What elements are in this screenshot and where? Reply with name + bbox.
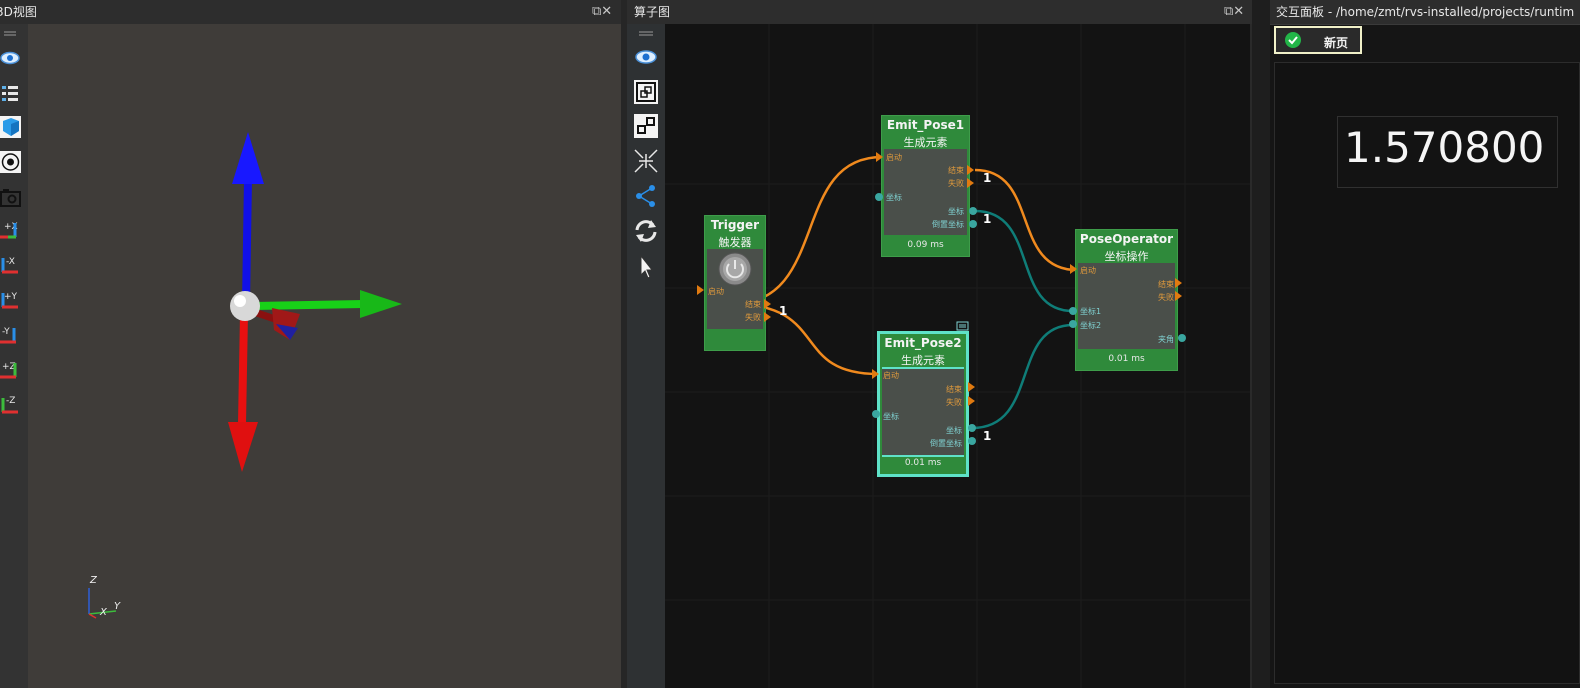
power-button-icon[interactable]	[717, 251, 753, 287]
poseop-in-pose1: 坐标1	[1080, 307, 1102, 316]
node-emit-pose1[interactable]: Emit_Pose1 生成元素 启动 坐标 结束 失败 坐标 倒置坐标 0.09…	[881, 115, 970, 257]
node-trigger-title: Trigger	[710, 218, 760, 232]
view3d-title: 3D视图	[0, 5, 37, 19]
new-page-label: 新页	[1324, 36, 1349, 50]
poseop-in-start: 启动	[1080, 266, 1096, 275]
svg-text:-Z: -Z	[6, 396, 15, 406]
svg-text:+Y: +Y	[4, 292, 18, 302]
interaction-title: 交互面板 - /home/zmt/rvs-installed/projects/…	[1276, 5, 1575, 19]
target-icon[interactable]	[0, 150, 22, 174]
emit2-out-end: 结束	[946, 385, 962, 394]
check-icon	[1285, 32, 1301, 48]
poseop-in-pose2: 坐标2	[1080, 321, 1102, 330]
emit2-out-fail: 失败	[946, 398, 962, 407]
node-emit-pose1-title: Emit_Pose1	[886, 118, 965, 132]
view3d-float-close-controls[interactable]: ⧉✕	[592, 0, 612, 24]
node-pose-operator-title: PoseOperator	[1079, 232, 1174, 246]
axis-view-buttons[interactable]: +X -X +Y -Y +Z -Z	[0, 217, 28, 427]
value-text: 1.570800	[1344, 123, 1545, 172]
link-count-trigger-end: 1	[779, 304, 788, 318]
node-emit-pose2-subtitle: 生成元素	[901, 354, 945, 367]
zoom-node-icon[interactable]	[633, 113, 659, 139]
graph-toolbar-grip	[639, 31, 653, 36]
eye-icon[interactable]	[633, 44, 659, 70]
interaction-panel: 交互面板 - /home/zmt/rvs-installed/projects/…	[1270, 0, 1580, 688]
graph-panel: 算子图 ⧉✕ Trigger 触发器 启动 结束 失败 1 Emit_Pose1…	[627, 0, 1252, 688]
graph-canvas[interactable]: Trigger 触发器 启动 结束 失败 1 Emit_Pose1 生成元素 启…	[665, 24, 1252, 688]
view3d-toolbar: +X -X +Y -Y +Z -Z	[0, 24, 28, 688]
interaction-titlebar: 交互面板 - /home/zmt/rvs-installed/projects/…	[1270, 0, 1580, 25]
pose-gizmo	[88, 132, 402, 619]
graph-titlebar: 算子图 ⧉✕	[627, 0, 1252, 25]
poseop-out-angle: 夹角	[1158, 335, 1174, 344]
node-trigger-subtitle: 触发器	[718, 236, 752, 249]
fit-view-icon[interactable]	[633, 79, 659, 105]
refresh-icon[interactable]	[633, 218, 659, 244]
emit2-exec-time: 0.01 ms	[904, 458, 942, 468]
node-pose-operator-subtitle: 坐标操作	[1104, 250, 1149, 263]
emit1-out-pose-inverse: 倒置坐标	[932, 220, 964, 229]
node-trigger[interactable]: Trigger 触发器 启动 结束 失败	[704, 215, 766, 351]
new-page-button[interactable]: 新页	[1274, 26, 1362, 54]
link-count-emit1-pose: 1	[983, 212, 992, 226]
collapse-icon[interactable]	[633, 148, 659, 174]
view3d-titlebar: 3D视图 ⧉✕	[0, 0, 621, 25]
camera-icon[interactable]	[0, 185, 22, 209]
share-graph-icon[interactable]	[633, 183, 659, 209]
graph-toolbar	[627, 24, 665, 688]
trigger-out-fail: 失败	[745, 313, 761, 322]
graph-title: 算子图	[634, 5, 671, 19]
splitter-right[interactable]	[1252, 0, 1270, 688]
3d-viewport[interactable]: Z X Y	[28, 24, 621, 688]
view3d-panel: 3D视图 ⧉✕ +X -X +Y -Y +Z -Z Z X Y	[0, 0, 621, 688]
emit2-in-start: 启动	[883, 371, 899, 380]
emit1-out-fail: 失败	[948, 179, 964, 188]
mini-axis-z-label: Z	[90, 575, 97, 586]
emit1-in-start: 启动	[886, 153, 902, 162]
node-emit-pose1-subtitle: 生成元素	[903, 136, 948, 149]
trigger-out-end: 结束	[745, 300, 761, 309]
emit2-out-pose: 坐标	[946, 426, 962, 435]
node-pose-operator[interactable]: PoseOperator 坐标操作 启动 结束 失败 坐标1 坐标2 夹角 0.…	[1075, 229, 1178, 371]
eye-icon[interactable]	[0, 46, 22, 70]
poseop-exec-time: 0.01 ms	[1108, 354, 1145, 364]
emit2-in-pose: 坐标	[883, 412, 899, 421]
node-emit-pose2[interactable]: Emit_Pose2 生成元素 启动 坐标 结束 失败 坐标 倒置坐标 0.01…	[877, 331, 969, 477]
poseop-out-end: 结束	[1158, 280, 1174, 289]
svg-text:-X: -X	[6, 257, 15, 267]
list-tree-icon[interactable]	[0, 81, 22, 105]
link-count-emit1-end: 1	[983, 171, 992, 185]
value-display: 1.570800	[1337, 116, 1558, 188]
interaction-content: 1.570800	[1274, 62, 1580, 684]
mini-axis-y-label: Y	[114, 601, 121, 612]
node-emit-pose2-title: Emit_Pose2	[884, 336, 962, 350]
emit1-exec-time: 0.09 ms	[907, 240, 944, 250]
emit1-in-pose: 坐标	[886, 193, 902, 202]
mini-axis-x-label: X	[100, 607, 107, 618]
svg-text:-Y: -Y	[2, 327, 10, 337]
cube-icon[interactable]	[0, 115, 22, 139]
emit2-out-pose-inverse: 倒置坐标	[930, 439, 962, 448]
graph-float-close-controls[interactable]: ⧉✕	[1224, 0, 1244, 24]
cursor-icon[interactable]	[633, 254, 659, 280]
emit1-out-end: 结束	[948, 166, 964, 175]
node-comment-icon[interactable]	[956, 321, 970, 331]
poseop-out-fail: 失败	[1158, 293, 1174, 302]
emit1-out-pose: 坐标	[948, 207, 964, 216]
trigger-in-start: 启动	[708, 287, 724, 296]
link-count-emit2-pose: 1	[983, 429, 992, 443]
